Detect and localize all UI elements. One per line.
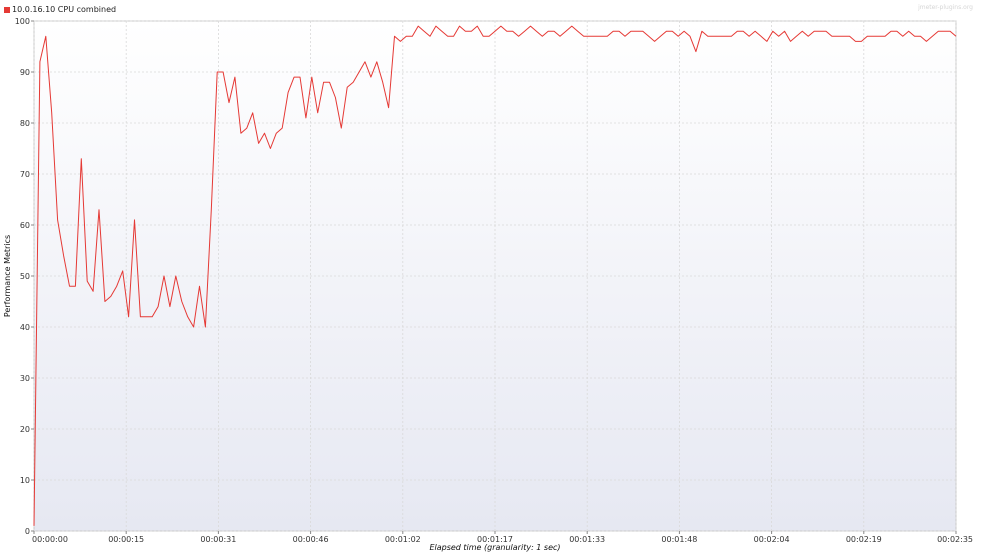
- legend-label: 10.0.16.10 CPU combined: [12, 5, 117, 14]
- x-tick-label: 00:02:04: [754, 535, 790, 544]
- x-tick-label: 00:00:46: [293, 535, 329, 544]
- y-tick-label: 80: [20, 119, 30, 128]
- x-tick-label: 00:01:33: [569, 535, 605, 544]
- y-tick-label: 20: [20, 425, 30, 434]
- x-tick-label: 00:00:15: [108, 535, 144, 544]
- x-tick-label: 00:00:00: [32, 535, 68, 544]
- y-tick-label: 0: [25, 527, 30, 536]
- legend-swatch: [4, 6, 10, 13]
- x-tick-label: 00:02:35: [937, 535, 973, 544]
- legend: 10.0.16.10 CPU combined: [4, 5, 116, 14]
- watermark: jmeter-plugins.org: [918, 4, 973, 11]
- line-chart: 0 10 20 30 40 50 60 70 80 90 100 00:00:00 00:00:15 0…: [3, 17, 973, 552]
- y-axis-title: Performance Metrics: [3, 235, 12, 317]
- x-tick-label: 00:01:48: [661, 535, 697, 544]
- y-axis-ticks: 0 10 20 30 40 50 60 70 80 90 100: [15, 17, 34, 536]
- y-tick-label: 100: [15, 17, 30, 26]
- y-tick-label: 90: [20, 68, 30, 77]
- y-tick-label: 10: [20, 476, 30, 485]
- x-tick-label: 00:02:19: [846, 535, 882, 544]
- y-tick-label: 40: [20, 323, 30, 332]
- y-tick-label: 30: [20, 374, 30, 383]
- y-tick-label: 60: [20, 221, 30, 230]
- x-axis-title: Elapsed time (granularity: 1 sec): [429, 543, 560, 552]
- x-tick-label: 00:01:02: [385, 535, 421, 544]
- x-tick-label: 00:00:31: [200, 535, 236, 544]
- y-tick-label: 70: [20, 170, 30, 179]
- y-tick-label: 50: [20, 272, 30, 281]
